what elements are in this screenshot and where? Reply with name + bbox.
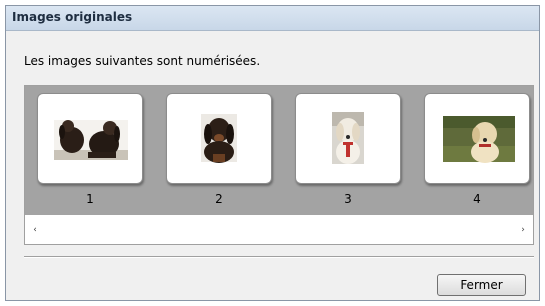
- photo-two-black-dogs-icon: [54, 120, 128, 160]
- thumbnail-viewer: 1 2 3 4 ‹ ›: [24, 85, 534, 245]
- thumbnail-frame: [295, 93, 401, 184]
- thumbnail-label: 1: [86, 192, 94, 206]
- thumbnail-frame: [37, 93, 143, 184]
- separator-line: [24, 256, 534, 258]
- thumbnail-item-2[interactable]: 2: [166, 93, 274, 206]
- photo-white-dog-icon: [332, 112, 364, 164]
- title-bar: Images originales: [6, 6, 539, 31]
- thumbnail-item-3[interactable]: 3: [295, 93, 403, 206]
- dialog-window: Images originales Les images suivantes s…: [5, 5, 540, 301]
- photo-yellow-dog-on-grass-icon: [443, 116, 515, 163]
- window-title: Images originales: [12, 10, 133, 24]
- thumbnail-label: 2: [215, 192, 223, 206]
- scroll-left-icon[interactable]: ‹: [29, 224, 41, 236]
- thumbnail-frame: [166, 93, 272, 184]
- info-message: Les images suivantes sont numérisées.: [24, 54, 261, 68]
- scroll-right-icon[interactable]: ›: [517, 224, 529, 236]
- thumbnail-item-1[interactable]: 1: [37, 93, 145, 206]
- photo-black-dog-portrait-icon: [201, 114, 237, 163]
- close-button[interactable]: Fermer: [437, 274, 526, 296]
- close-button-label: Fermer: [460, 278, 503, 292]
- thumbnail-item-4[interactable]: 4: [424, 93, 532, 206]
- thumbnail-label: 4: [473, 192, 481, 206]
- thumbnail-frame: [424, 93, 530, 184]
- thumbnail-strip: 1 2 3 4: [25, 86, 533, 216]
- thumbnail-label: 3: [344, 192, 352, 206]
- horizontal-scrollbar[interactable]: ‹ ›: [25, 215, 533, 244]
